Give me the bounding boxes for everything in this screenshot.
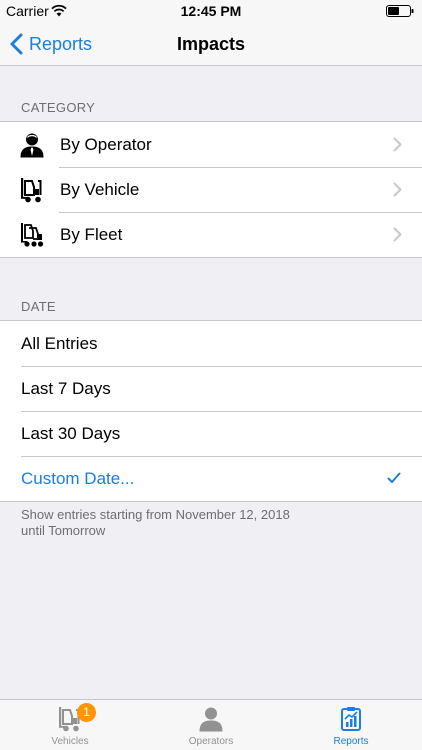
category-list: By Operator By Vehicle By Fleet — [0, 121, 422, 258]
date-list: All Entries Last 7 Days Last 30 Days Cus… — [0, 320, 422, 502]
status-bar: Carrier 12:45 PM — [0, 0, 422, 22]
tab-bar: 1 Vehicles Operators Reports — [0, 699, 422, 750]
battery-icon — [386, 5, 414, 17]
date-range-note-line2: until Tomorrow — [21, 523, 106, 538]
tab-operators[interactable]: Operators — [141, 700, 281, 750]
date-header: DATE — [21, 299, 56, 314]
date-option-label: Last 30 Days — [21, 423, 121, 443]
checkmark-icon — [387, 472, 401, 483]
date-option-label: Custom Date... — [21, 468, 135, 488]
category-label: By Fleet — [60, 224, 123, 244]
tab-label: Reports — [333, 736, 369, 747]
category-row-operator[interactable]: By Operator — [0, 122, 422, 167]
notification-badge: 1 — [77, 703, 96, 722]
date-option-label: All Entries — [21, 333, 98, 353]
operator-icon — [20, 133, 44, 158]
date-range-note-line1: Show entries starting from November 12, … — [21, 507, 290, 522]
chevron-right-icon — [393, 137, 402, 152]
date-option-last-7-days[interactable]: Last 7 Days — [0, 366, 422, 411]
category-label: By Vehicle — [60, 179, 140, 199]
tab-label: Vehicles — [51, 736, 89, 747]
tab-label: Operators — [188, 736, 234, 747]
clock: 12:45 PM — [180, 3, 242, 19]
category-row-vehicle[interactable]: By Vehicle — [0, 167, 422, 212]
page-title: Impacts — [176, 34, 246, 54]
operator-icon — [199, 707, 223, 732]
date-option-label: Last 7 Days — [21, 378, 111, 398]
navigation-bar: Reports Impacts — [0, 22, 422, 66]
date-option-custom-date[interactable]: Custom Date... — [0, 456, 422, 501]
tab-vehicles[interactable]: 1 Vehicles — [0, 700, 140, 750]
tab-reports[interactable]: Reports — [281, 700, 421, 750]
category-label: By Operator — [60, 134, 152, 154]
date-range-note: Show entries starting from November 12, … — [21, 507, 290, 539]
date-option-last-30-days[interactable]: Last 30 Days — [0, 411, 422, 456]
reports-icon — [341, 707, 361, 731]
date-option-all-entries[interactable]: All Entries — [0, 321, 422, 366]
fleet-icon — [21, 223, 44, 247]
chevron-right-icon — [393, 182, 402, 197]
category-row-fleet[interactable]: By Fleet — [0, 212, 422, 257]
category-header: CATEGORY — [21, 100, 96, 115]
chevron-right-icon — [393, 227, 402, 242]
forklift-icon — [21, 178, 42, 203]
